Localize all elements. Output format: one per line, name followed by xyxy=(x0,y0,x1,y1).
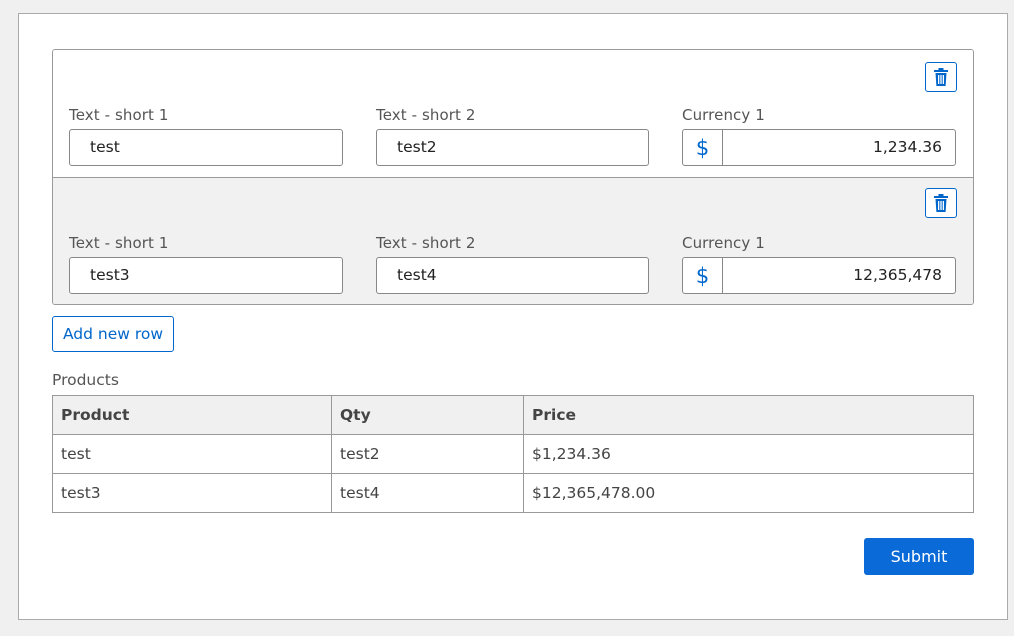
text-short-1-input[interactable]: test xyxy=(69,129,343,166)
text-short-2-label: Text - short 2 xyxy=(376,234,476,252)
form-card: Text - short 1 test Text - short 2 test2… xyxy=(18,13,1008,620)
currency-1-label: Currency 1 xyxy=(682,106,765,124)
currency-1-label: Currency 1 xyxy=(682,234,765,252)
repeater-row: Text - short 1 test Text - short 2 test2… xyxy=(53,50,973,178)
text-short-2-label: Text - short 2 xyxy=(376,106,476,124)
price-cell: $12,365,478.00 xyxy=(523,473,974,513)
table-row: test3 test4 $12,365,478.00 xyxy=(52,473,974,513)
currency-1-field[interactable]: $ 12,365,478 xyxy=(682,257,956,294)
currency-1-input[interactable]: 1,234.36 xyxy=(723,130,955,165)
text-short-1-label: Text - short 1 xyxy=(69,234,169,252)
qty-cell: test2 xyxy=(331,434,524,474)
add-new-row-button[interactable]: Add new row xyxy=(52,316,174,352)
repeater-row: Text - short 1 test3 Text - short 2 test… xyxy=(53,178,973,304)
trash-icon xyxy=(934,194,948,212)
product-cell: test3 xyxy=(52,473,332,513)
products-table: Product Qty Price test test2 $1,234.36 t… xyxy=(52,395,974,513)
text-short-1-label: Text - short 1 xyxy=(69,106,169,124)
delete-row-button[interactable] xyxy=(925,62,957,92)
currency-1-field[interactable]: $ 1,234.36 xyxy=(682,129,956,166)
delete-row-button[interactable] xyxy=(925,188,957,218)
column-header-product: Product xyxy=(52,395,332,435)
submit-button[interactable]: Submit xyxy=(864,538,974,575)
table-header-row: Product Qty Price xyxy=(52,395,974,435)
qty-cell: test4 xyxy=(331,473,524,513)
dollar-sign-icon: $ xyxy=(683,258,723,293)
products-title: Products xyxy=(52,371,119,389)
text-short-1-input[interactable]: test3 xyxy=(69,257,343,294)
table-row: test test2 $1,234.36 xyxy=(52,434,974,474)
trash-icon xyxy=(934,68,948,86)
column-header-qty: Qty xyxy=(331,395,524,435)
price-cell: $1,234.36 xyxy=(523,434,974,474)
text-short-2-input[interactable]: test2 xyxy=(376,129,649,166)
text-short-2-input[interactable]: test4 xyxy=(376,257,649,294)
dollar-sign-icon: $ xyxy=(683,130,723,165)
repeating-section: Text - short 1 test Text - short 2 test2… xyxy=(52,49,974,305)
product-cell: test xyxy=(52,434,332,474)
currency-1-input[interactable]: 12,365,478 xyxy=(723,258,955,293)
column-header-price: Price xyxy=(523,395,974,435)
